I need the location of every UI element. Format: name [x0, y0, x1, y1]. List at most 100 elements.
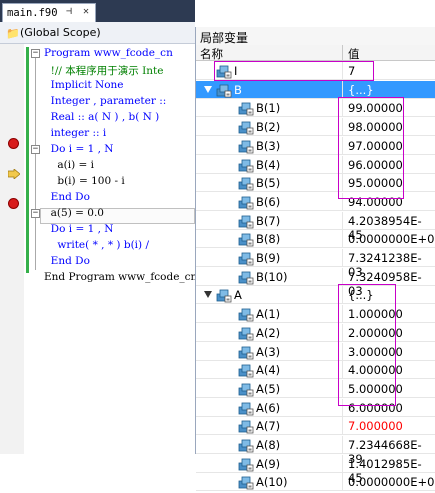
column-divider — [342, 230, 343, 249]
local-variable-row[interactable]: B(10) 7.3240958E-03 — [196, 267, 435, 298]
local-variable-row[interactable]: B(5) 95.00000 — [196, 174, 435, 193]
local-variable-row[interactable]: B(2) 98.00000 — [196, 118, 435, 137]
variable-value: 98.00000 — [348, 120, 403, 135]
code-line[interactable]: write( * , * ) b(i) / — [44, 239, 149, 255]
code-line[interactable]: b(i) = 100 - i — [44, 175, 124, 191]
variable-value: 6.000000 — [348, 400, 403, 415]
variable-icon — [238, 381, 254, 397]
code-line[interactable]: a(5) = 0.0 — [44, 207, 104, 223]
variable-icon — [238, 231, 254, 247]
variable-icon — [238, 194, 254, 210]
panel-title-bar: 局部变量 — [196, 27, 435, 45]
variable-name: B(6) — [256, 194, 281, 209]
editor-gutter[interactable] — [0, 44, 24, 454]
variable-icon — [238, 100, 254, 116]
local-variable-row[interactable]: A(8) 7.2344668E-39 — [196, 436, 435, 466]
code-line[interactable]: End Do — [44, 191, 90, 207]
variable-value: 7.000000 — [348, 419, 403, 434]
breakpoint-icon[interactable] — [8, 198, 19, 209]
variable-value: 5.000000 — [348, 381, 403, 396]
code-line[interactable]: Do i = 1 , N — [44, 143, 114, 159]
code-line[interactable]: Real :: a( N ) , b( N ) — [44, 111, 160, 127]
variable-name: A(4) — [256, 363, 281, 378]
local-variable-row[interactable]: B(7) 4.2038954E-45 — [196, 211, 435, 242]
local-variable-row[interactable]: A(2) 2.000000 — [196, 323, 435, 342]
code-line[interactable]: !// 本程序用于演示 Inte — [44, 63, 164, 79]
column-divider — [342, 80, 343, 99]
variable-name: B(5) — [256, 176, 281, 191]
variable-icon — [238, 213, 254, 229]
code-line[interactable]: End Program www_fcode_cn — [44, 271, 197, 287]
pin-icon[interactable]: ⊣ — [66, 6, 72, 17]
variable-name: B(7) — [256, 213, 281, 228]
local-variable-row[interactable]: B(1) 99.00000 — [196, 99, 435, 118]
variable-value: {...} — [348, 288, 374, 303]
variable-name: B — [234, 82, 242, 97]
column-divider — [342, 192, 343, 211]
expand-toggle-icon[interactable] — [204, 85, 212, 93]
variable-name: B(10) — [256, 269, 288, 284]
breakpoint-icon[interactable] — [8, 138, 19, 149]
code-line[interactable]: integer :: i — [44, 127, 107, 143]
scope-dropdown[interactable]: 📁 (Global Scope) — [0, 22, 195, 44]
scope-label: (Global Scope) — [20, 26, 101, 39]
code-line[interactable]: Integer , parameter :: — [44, 95, 167, 111]
local-variable-row[interactable]: A(4) 4.000000 — [196, 361, 435, 380]
column-divider — [342, 62, 343, 80]
local-variable-row[interactable]: A(9) 1.4012985E-45 — [196, 454, 435, 485]
local-variable-row[interactable]: I7 — [196, 62, 435, 80]
local-variable-row[interactable]: B {...} — [196, 80, 435, 99]
variable-name: A(1) — [256, 307, 281, 322]
code-line[interactable]: End Do — [44, 255, 90, 271]
variable-name: A(6) — [256, 400, 281, 415]
local-variable-row[interactable]: A(6) 6.000000 — [196, 398, 435, 417]
column-divider — [342, 436, 343, 454]
variable-name: B(4) — [256, 157, 281, 172]
column-divider — [342, 473, 343, 492]
local-variable-row[interactable]: B(6) 94.00000 — [196, 192, 435, 211]
variable-icon — [238, 306, 254, 322]
current-statement-arrow-icon — [8, 169, 20, 179]
code-line[interactable]: Program www_fcode_cn — [44, 47, 173, 63]
local-variable-row[interactable]: B(3) 97.00000 — [196, 136, 435, 155]
variable-name: A(7) — [256, 419, 281, 434]
local-variable-row[interactable]: A {...} — [196, 286, 435, 305]
variable-name: B(1) — [256, 101, 281, 116]
local-variable-row[interactable]: B(9) 7.3241238E-03 — [196, 249, 435, 279]
local-variable-row[interactable]: B(8) 0.0000000E+00 — [196, 230, 435, 249]
variable-value: {...} — [348, 82, 374, 97]
tab-label: main.f90 — [7, 7, 58, 19]
row-divider — [196, 490, 435, 492]
variable-name: A(9) — [256, 456, 281, 471]
code-line[interactable]: Do i = 1 , N — [44, 223, 114, 239]
collapse-toggle-icon[interactable]: − — [31, 209, 40, 218]
code-line[interactable]: a(i) = i — [44, 159, 94, 175]
column-header-name[interactable]: 名称 — [200, 46, 223, 62]
variable-name: A — [234, 288, 242, 303]
tab-main-f90[interactable]: main.f90 ⊣ ✕ — [2, 3, 96, 22]
local-variable-row[interactable]: B(4) 96.00000 — [196, 155, 435, 174]
variable-icon — [238, 138, 254, 154]
local-variable-row[interactable]: A(5) 5.000000 — [196, 379, 435, 398]
locals-panel: 局部变量 名称 值 I 7 B {...} B(1) 99.00000 B(2) 98.000… — [195, 27, 435, 492]
change-bar — [26, 47, 29, 273]
code-line[interactable]: Implicit None — [44, 79, 124, 95]
local-variable-row[interactable]: A(7) 7.000000 — [196, 417, 435, 436]
column-divider — [342, 323, 343, 342]
code-editor[interactable]: − − − Program www_fcode_cn !// 本程序用于演示 I… — [0, 44, 197, 454]
collapse-toggle-icon[interactable]: − — [31, 145, 40, 154]
local-variable-row[interactable]: A(1) 1.000000 — [196, 305, 435, 324]
expand-toggle-icon[interactable] — [204, 291, 212, 299]
column-divider — [342, 417, 343, 436]
collapse-toggle-icon[interactable]: − — [31, 49, 40, 58]
variable-icon — [238, 157, 254, 173]
local-variable-row[interactable]: A(3) 3.000000 — [196, 342, 435, 361]
variable-name: B(2) — [256, 120, 281, 135]
column-header: 名称 值 — [196, 45, 435, 61]
column-divider[interactable] — [342, 45, 343, 61]
column-header-value[interactable]: 值 — [348, 46, 360, 62]
local-variable-row[interactable]: A(10) 0.0000000E+00 — [196, 473, 435, 492]
column-divider — [342, 155, 343, 174]
close-icon[interactable]: ✕ — [83, 6, 89, 17]
variable-icon — [238, 325, 254, 341]
